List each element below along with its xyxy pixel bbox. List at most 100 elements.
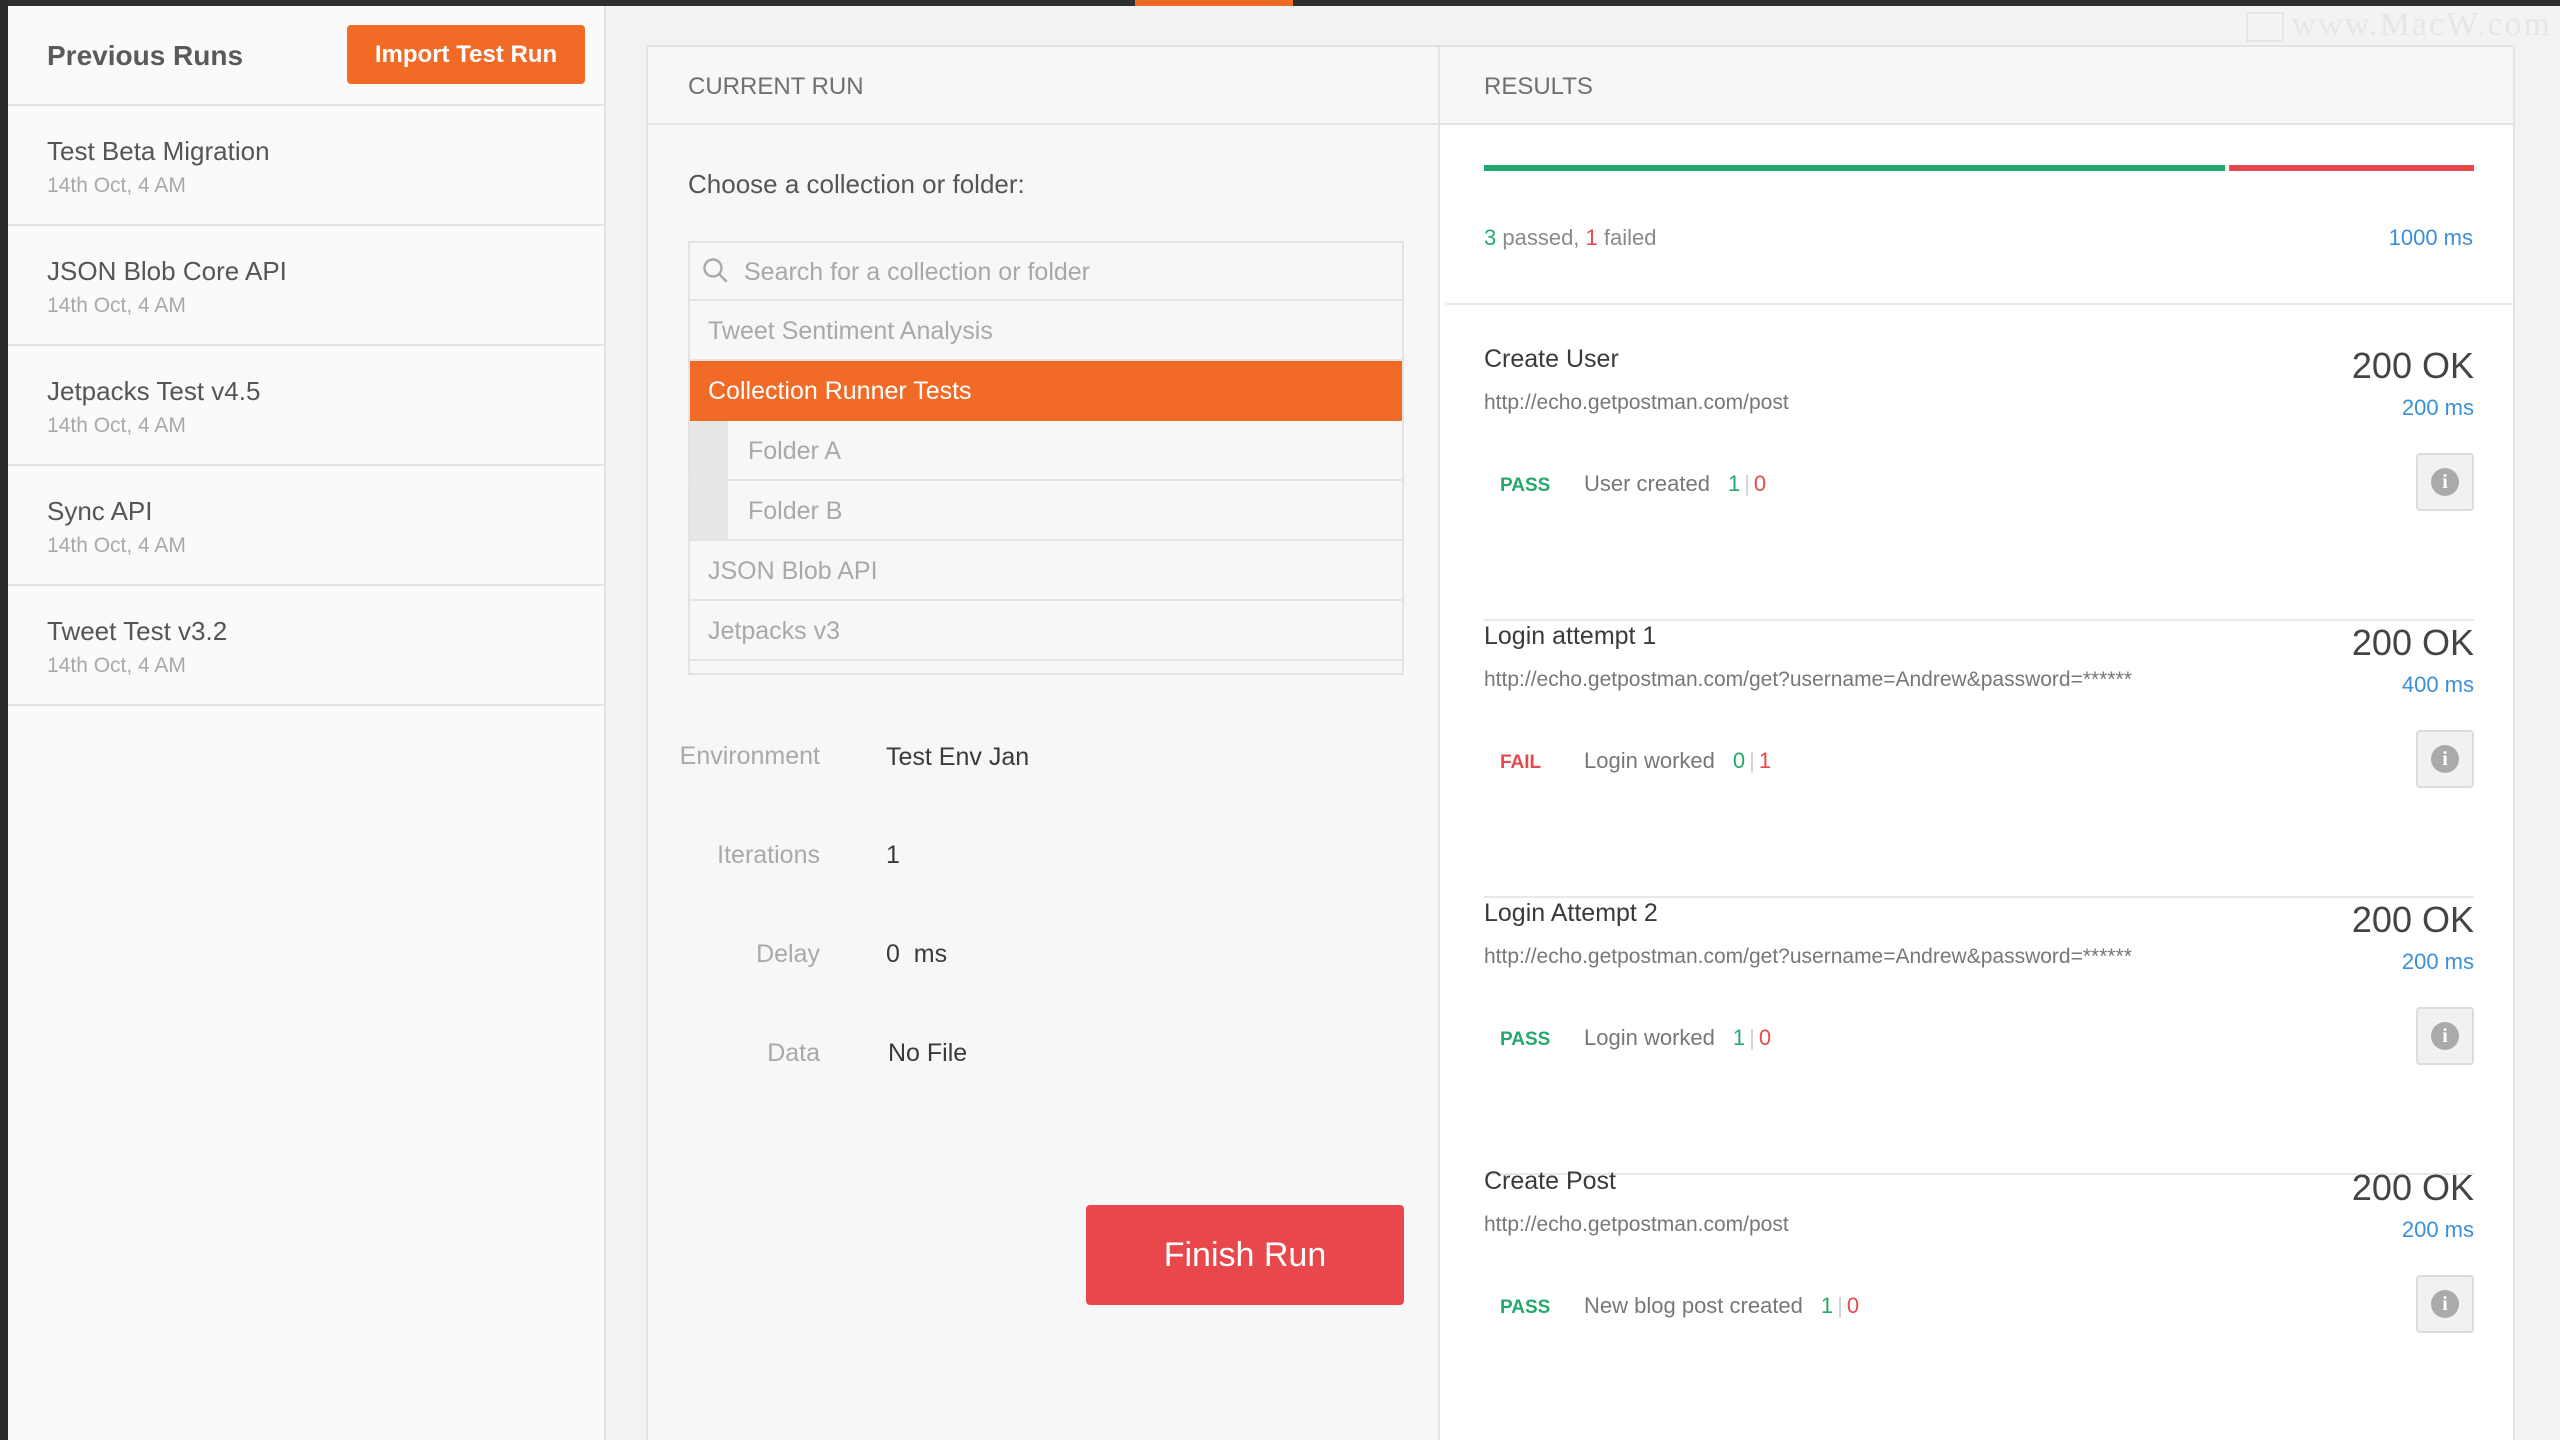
- test-fail-count: 0: [1753, 471, 1767, 496]
- results-summary: 3 passed, 1 failed: [1484, 225, 1657, 251]
- request-result: Create Post http://echo.getpostman.com/p…: [1484, 1167, 2474, 1440]
- test-fail-count: 0: [1846, 1293, 1860, 1318]
- iterations-label: Iterations: [717, 841, 820, 869]
- sidebar-header: Previous Runs Import Test Run: [8, 6, 604, 106]
- window-edge: [0, 0, 8, 1440]
- test-pass-count: 1: [1820, 1293, 1834, 1318]
- app-window: www.MacW.com Previous Runs Import Test R…: [0, 0, 2560, 1440]
- response-status: 200 OK: [2351, 899, 2474, 940]
- run-date: 14th Oct, 4 AM: [47, 174, 186, 197]
- results-progress-bar: [1484, 165, 2474, 171]
- run-item[interactable]: Jetpacks Test v4.5 14th Oct, 4 AM: [8, 346, 604, 466]
- passed-text: passed,: [1496, 225, 1580, 250]
- failed-count: 1: [1579, 225, 1598, 250]
- run-name: Tweet Test v3.2: [47, 616, 228, 646]
- collection-item[interactable]: Jetpacks v3: [690, 601, 1402, 661]
- folder-indent: [690, 421, 728, 479]
- info-icon: i: [2431, 468, 2459, 496]
- test-result-row: PASS User created 1 | 0: [1500, 471, 1766, 497]
- watermark: www.MacW.com: [2245, 6, 2552, 44]
- data-file-select[interactable]: No File: [888, 1039, 967, 1068]
- run-date: 14th Oct, 4 AM: [47, 654, 186, 677]
- test-result-row: FAIL Login worked 0 | 1: [1500, 748, 1771, 774]
- collection-item-label: Jetpacks v3: [708, 617, 841, 645]
- folder-indent: [690, 481, 728, 539]
- run-item[interactable]: Test Beta Migration 14th Oct, 4 AM: [8, 106, 604, 226]
- sidebar-title: Previous Runs: [47, 40, 244, 71]
- top-accent-bar: [1135, 0, 1293, 6]
- collection-item[interactable]: JSON Blob API: [690, 541, 1402, 601]
- folder-item[interactable]: Folder A: [690, 421, 1402, 481]
- delay-input[interactable]: 0 ms: [886, 940, 947, 969]
- folder-item[interactable]: Folder B: [690, 481, 1402, 541]
- search-icon: [703, 258, 728, 283]
- test-name: User created: [1584, 471, 1710, 496]
- run-date: 14th Oct, 4 AM: [47, 294, 186, 317]
- collection-search-input[interactable]: [744, 253, 1384, 291]
- info-icon: i: [2431, 1022, 2459, 1050]
- test-fail-count: 0: [1758, 1025, 1772, 1050]
- request-result: Create User http://echo.getpostman.com/p…: [1484, 345, 2474, 621]
- previous-runs-sidebar: Previous Runs Import Test Run Test Beta …: [8, 6, 606, 1440]
- request-name: Create User: [1484, 345, 1619, 373]
- current-run-heading: CURRENT RUN: [688, 73, 864, 100]
- run-item[interactable]: JSON Blob Core API 14th Oct, 4 AM: [8, 226, 604, 346]
- collection-picker: Tweet Sentiment Analysis Collection Runn…: [688, 241, 1404, 675]
- passed-count: 3: [1484, 225, 1497, 250]
- data-label: Data: [767, 1039, 820, 1067]
- response-time: 200 ms: [2401, 395, 2474, 420]
- folder-item-label: Folder A: [748, 437, 842, 465]
- response-time: 400 ms: [2401, 672, 2474, 697]
- response-status: 200 OK: [2351, 622, 2474, 663]
- request-url: http://echo.getpostman.com/get?username=…: [1484, 945, 2132, 968]
- finish-run-button[interactable]: Finish Run: [1086, 1205, 1404, 1305]
- request-info-button[interactable]: i: [2416, 1275, 2474, 1333]
- iterations-input[interactable]: 1: [886, 841, 900, 870]
- run-item[interactable]: Tweet Test v3.2 14th Oct, 4 AM: [8, 586, 604, 706]
- test-pass-count: 1: [1727, 471, 1741, 496]
- request-info-button[interactable]: i: [2416, 730, 2474, 788]
- test-result-row: PASS Login worked 1 | 0: [1500, 1025, 1771, 1051]
- test-name: Login worked: [1584, 748, 1715, 773]
- test-pass-count: 1: [1732, 1025, 1746, 1050]
- test-result-row: PASS New blog post created 1 | 0: [1500, 1293, 1859, 1319]
- test-fail-count: 1: [1758, 748, 1772, 773]
- total-time: 1000 ms: [2388, 225, 2473, 250]
- failed-text: failed: [1597, 225, 1657, 250]
- request-result: Login attempt 1 http://echo.getpostman.c…: [1484, 622, 2474, 898]
- request-url: http://echo.getpostman.com/post: [1484, 1213, 1789, 1236]
- request-url: http://echo.getpostman.com/post: [1484, 391, 1789, 414]
- environment-select[interactable]: Test Env Jan: [886, 743, 1029, 772]
- count-separator: |: [1749, 748, 1755, 773]
- choose-collection-label: Choose a collection or folder:: [688, 169, 1025, 199]
- request-info-button[interactable]: i: [2416, 1007, 2474, 1065]
- test-result-badge: PASS: [1500, 1297, 1551, 1318]
- request-info-button[interactable]: i: [2416, 453, 2474, 511]
- collection-item-label: Tweet Sentiment Analysis: [708, 317, 993, 345]
- test-result-badge: FAIL: [1500, 752, 1542, 773]
- run-name: Sync API: [47, 496, 153, 526]
- import-test-run-button[interactable]: Import Test Run: [347, 25, 585, 84]
- folder-item-label: Folder B: [748, 497, 843, 525]
- count-separator: |: [1837, 1293, 1843, 1318]
- run-item[interactable]: Sync API 14th Oct, 4 AM: [8, 466, 604, 586]
- watermark-logo-icon: [2245, 12, 2284, 43]
- response-status: 200 OK: [2351, 345, 2474, 386]
- collection-item-label: JSON Blob API: [708, 557, 878, 585]
- info-icon: i: [2431, 1290, 2459, 1318]
- progress-fail-segment: [2229, 165, 2474, 171]
- count-separator: |: [1749, 1025, 1755, 1050]
- run-date: 14th Oct, 4 AM: [47, 414, 186, 437]
- collection-item-selected[interactable]: Collection Runner Tests: [690, 361, 1402, 421]
- test-result-badge: PASS: [1500, 475, 1551, 496]
- test-name: Login worked: [1584, 1025, 1715, 1050]
- run-name: JSON Blob Core API: [47, 256, 287, 286]
- collection-item[interactable]: Tweet Sentiment Analysis: [690, 301, 1402, 361]
- collection-item-label: Collection Runner Tests: [708, 377, 972, 405]
- delay-label: Delay: [756, 940, 820, 968]
- request-url: http://echo.getpostman.com/get?username=…: [1484, 668, 2132, 691]
- results-divider: [1446, 303, 2513, 305]
- test-name: New blog post created: [1584, 1293, 1803, 1318]
- results-header: RESULTS: [1440, 47, 2513, 125]
- request-name: Login attempt 1: [1484, 622, 1657, 650]
